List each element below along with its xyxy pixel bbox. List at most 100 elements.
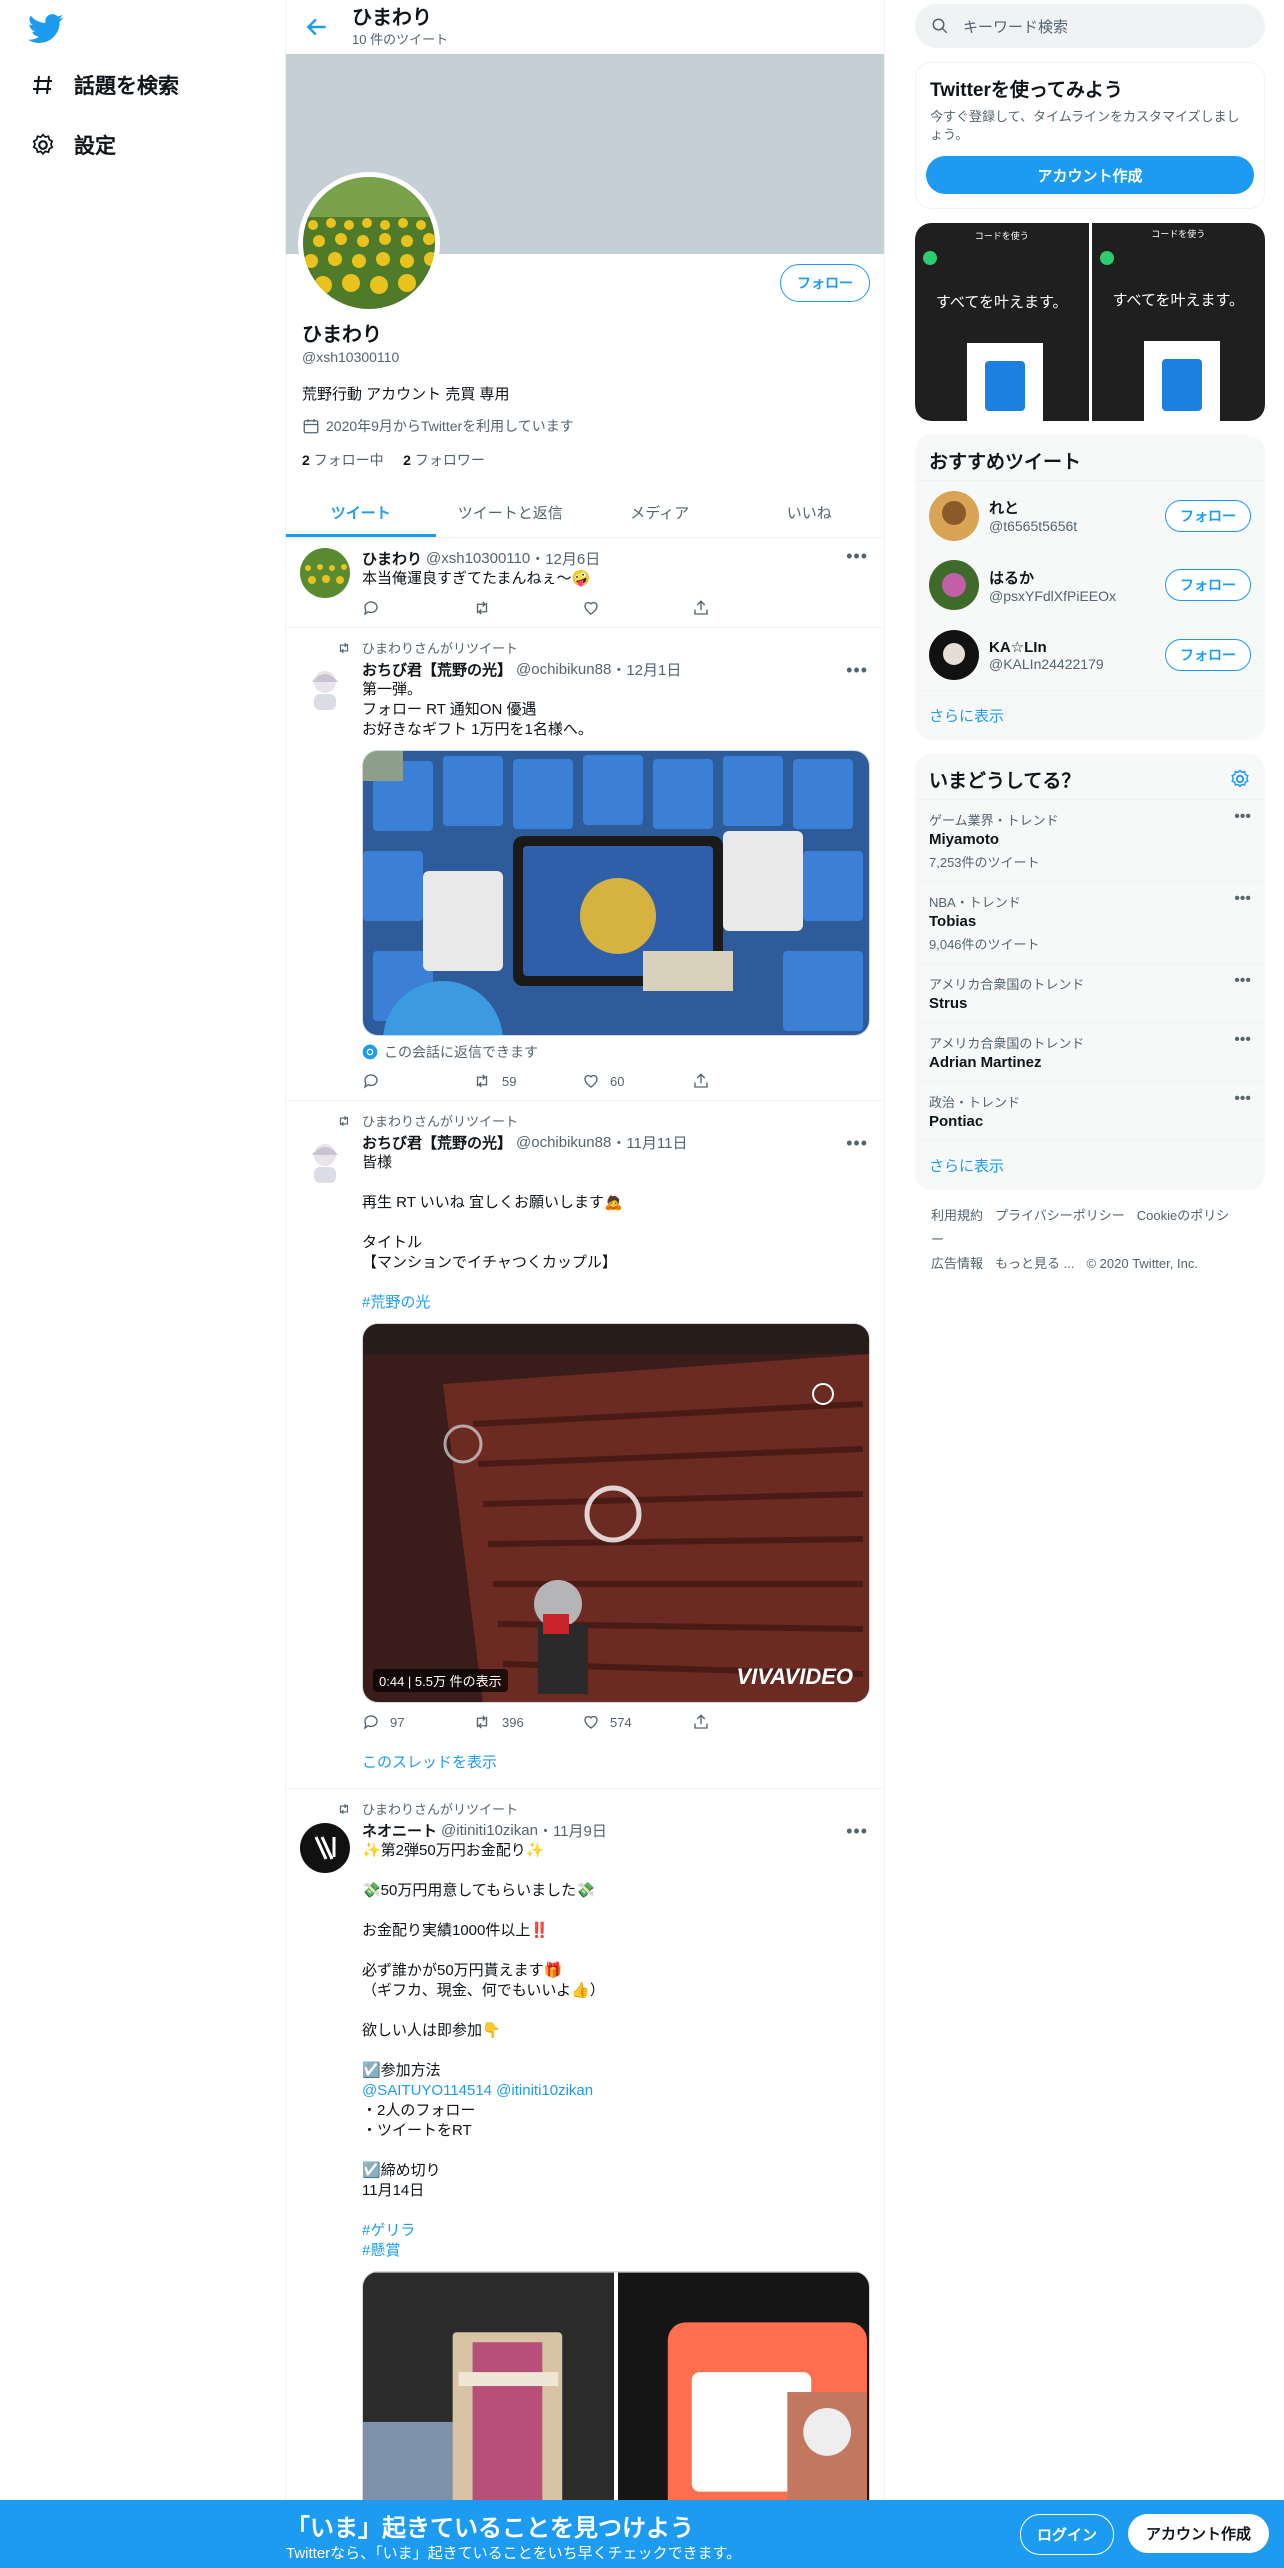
show-more-link[interactable]: さらに表示 [915,1140,1265,1190]
tweet-author-name[interactable]: ひまわり [362,548,422,569]
tab-media[interactable]: メディア [585,488,735,537]
suggested-user[interactable]: はるか @psxYFdlXfPiEEOx フォロー [915,550,1265,620]
more-icon[interactable]: ••• [1234,1090,1251,1108]
follow-button[interactable]: フォロー [1165,499,1251,532]
profile-avatar[interactable] [298,172,440,314]
profile-handle: @xsh10300110 [302,349,400,365]
retweet-button[interactable]: 59 [472,1072,582,1090]
tweet-author-handle[interactable]: @ochibikun88 [516,1134,611,1151]
more-icon[interactable]: ••• [1234,1031,1251,1049]
tweet-date[interactable]: ・12月1日 [611,659,681,680]
suggested-user[interactable]: れと @t6565t5656t フォロー [915,480,1265,550]
followers-link[interactable]: 2 フォロワー [403,452,485,468]
search-input[interactable]: キーワード検索 [915,4,1265,48]
more-icon[interactable]: ••• [846,546,868,567]
show-thread-link[interactable]: このスレッドを表示 [362,1751,868,1772]
trend-item[interactable]: NBA・トレンド Tobias 9,046件のツイート ••• [915,881,1265,963]
gear-icon [28,130,58,160]
back-arrow-icon[interactable] [304,14,330,40]
like-button[interactable]: 60 [582,1072,692,1090]
tweet-author-handle[interactable]: @xsh10300110 [426,550,530,567]
tweet-author-name[interactable]: ネオニート [362,1820,437,1841]
footer-link[interactable]: 広告情報 [931,1256,983,1271]
tweet[interactable]: ひまわりさんがリツイート ••• おちび君【荒野の光】 @ochibikun88… [286,628,884,1101]
show-more-link[interactable]: さらに表示 [915,690,1265,740]
nav-settings[interactable]: 設定 [28,130,116,160]
reply-button[interactable]: 97 [362,1713,472,1731]
profile-follow-button[interactable]: フォロー [780,264,870,302]
trend-item[interactable]: 政治・トレンド Pontiac ••• [915,1081,1265,1140]
profile-tabs: ツイート ツイートと返信 メディア いいね [286,488,884,538]
more-icon[interactable]: ••• [1234,890,1251,908]
suggested-user-avatar[interactable] [929,490,979,541]
share-button[interactable] [692,599,802,617]
retweet-icon [476,601,488,615]
hashtag-link[interactable]: #荒野の光 [362,1293,868,1313]
more-icon[interactable]: ••• [846,1133,868,1154]
tweet-image[interactable] [362,750,870,1036]
hashtag-link[interactable]: #懸賞 [362,2241,868,2261]
footer-link[interactable]: 利用規約 [931,1208,983,1223]
reply-button[interactable] [362,599,472,617]
suggested-user-avatar[interactable] [929,560,979,610]
media-thumb[interactable]: コードを使う すべてを叶えます。 [1091,223,1265,421]
share-button[interactable] [692,1072,802,1090]
tweet-image[interactable] [618,2272,869,2500]
like-button[interactable] [582,599,692,617]
tweet-avatar[interactable] [300,1135,350,1185]
tweet-date[interactable]: ・11月11日 [611,1132,687,1153]
trend-item[interactable]: アメリカ合衆国のトレンド Strus ••• [915,963,1265,1022]
reply-restriction-note: この会話に返信できます [362,1042,868,1062]
more-icon[interactable]: ••• [1234,972,1251,990]
tab-tweets[interactable]: ツイート [286,488,436,537]
create-account-button[interactable]: アカウント作成 [926,156,1254,194]
share-button[interactable] [692,1713,802,1731]
tweet-date[interactable]: ・12月6日 [530,548,600,569]
tweet-avatar[interactable] [300,548,350,598]
signup-card: Twitterを使ってみよう 今すぐ登録して、タイムラインをカスタマイズしましょ… [915,62,1265,209]
tweet[interactable]: ひまわりさんがリツイート ••• ネオニート @itiniti10zikan ・… [286,1789,884,2500]
footer-link[interactable]: もっと見る ... [995,1256,1074,1271]
suggested-user-avatar[interactable] [929,630,979,680]
trend-item[interactable]: ゲーム業界・トレンド Miyamoto 7,253件のツイート ••• [915,799,1265,881]
tab-likes[interactable]: いいね [735,488,885,537]
mention-links[interactable]: @SAITUYO114514 @itiniti10zikan [362,2081,868,2101]
tweet-avatar[interactable] [300,662,350,712]
retweet-icon [476,1074,488,1088]
twitter-logo-icon[interactable] [28,14,64,44]
retweet-button[interactable]: 396 [472,1713,582,1731]
settings-gear-icon[interactable] [1229,768,1251,790]
tweet[interactable]: ひまわりさんがリツイート ••• おちび君【荒野の光】 @ochibikun88… [286,1101,884,1789]
calendar-icon [303,419,319,434]
reply-icon [363,601,378,616]
reply-button[interactable] [362,1072,472,1090]
tweet-author-handle[interactable]: @ochibikun88 [516,661,611,678]
following-link[interactable]: 2 フォロー中 [302,452,384,468]
more-icon[interactable]: ••• [846,660,868,681]
retweet-icon [339,1115,349,1126]
tweet-author-name[interactable]: おちび君【荒野の光】 [362,1132,512,1153]
more-icon[interactable]: ••• [846,1821,868,1842]
trend-item[interactable]: アメリカ合衆国のトレンド Adrian Martinez ••• [915,1022,1265,1081]
tweet-author-name[interactable]: おちび君【荒野の光】 [362,659,512,680]
more-icon[interactable]: ••• [1234,808,1251,826]
login-button[interactable]: ログイン [1020,2514,1115,2555]
tweet-image[interactable] [363,2272,615,2500]
hashtag-link[interactable]: #ゲリラ [362,2221,868,2241]
tab-tweets-replies[interactable]: ツイートと返信 [436,488,586,537]
follow-button[interactable]: フォロー [1165,569,1251,601]
nav-explore[interactable]: 話題を検索 [28,70,179,100]
tweet-author-handle[interactable]: @itiniti10zikan [441,1822,538,1839]
tweet-avatar[interactable] [300,1823,350,1873]
tweet-date[interactable]: ・11月9日 [538,1820,607,1841]
footer-link[interactable]: プライバシーポリシー [995,1208,1125,1223]
like-button[interactable]: 574 [582,1713,692,1731]
tweet-video[interactable]: 0:44 | 5.5万 件の表示 VIVAVIDEO [362,1323,870,1703]
retweet-button[interactable] [472,599,582,617]
topbar-name: ひまわり [352,6,432,29]
follow-button[interactable]: フォロー [1165,639,1251,671]
signup-button[interactable]: アカウント作成 [1128,2514,1270,2553]
suggested-user[interactable]: KA☆LIn @KALIn24422179 フォロー [915,620,1265,690]
tweet[interactable]: ••• ひまわり @xsh10300110 ・12月6日 本当俺運良すぎてたまん… [286,538,884,628]
media-thumb[interactable]: コードを使う すべてを叶えます。 [915,223,1089,421]
